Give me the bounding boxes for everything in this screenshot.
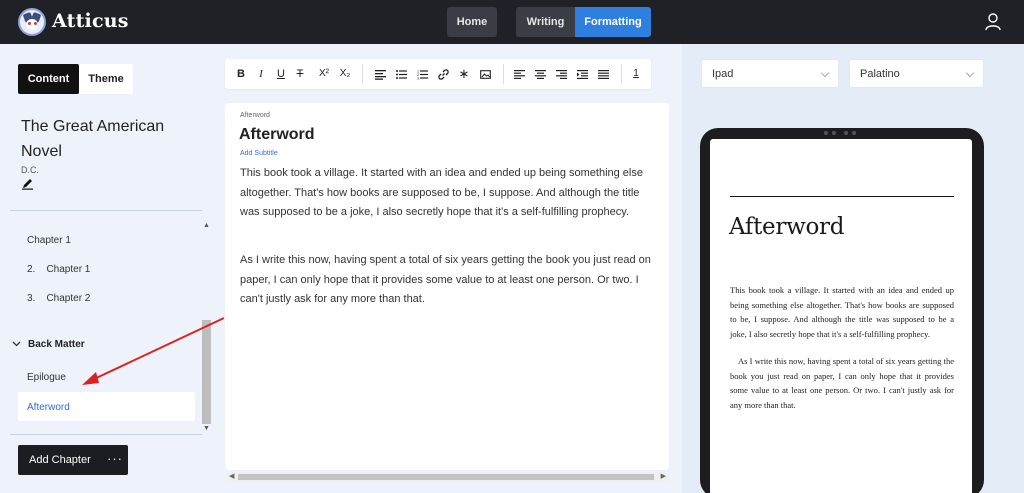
home-button[interactable]: Home xyxy=(447,7,497,37)
preview-paragraph: As I write this now, having spent a tota… xyxy=(730,356,954,410)
sidebar-item-label: Afterword xyxy=(27,402,70,413)
scroll-down-icon[interactable]: ▼ xyxy=(203,425,210,432)
editor-paragraph[interactable]: This book took a village. It started wit… xyxy=(240,164,658,223)
app-title: Atticus xyxy=(52,10,129,32)
link-icon[interactable] xyxy=(433,59,453,89)
user-icon[interactable] xyxy=(985,13,1001,31)
bold-button[interactable]: B xyxy=(231,59,251,89)
image-icon[interactable] xyxy=(475,59,495,89)
sidebar-item-chapter[interactable]: 3. Chapter 2 xyxy=(27,293,90,304)
camera-dot xyxy=(852,131,856,135)
scrollbar-thumb[interactable] xyxy=(238,474,654,480)
tab-content[interactable]: Content xyxy=(18,64,79,94)
scroll-left-icon[interactable]: ◀ xyxy=(229,472,234,480)
top-bar: Atticus Home Writing Formatting xyxy=(0,0,1024,44)
chapter-editor[interactable]: Afterword Afterword Add Subtitle This bo… xyxy=(225,103,669,470)
align-left-icon[interactable] xyxy=(370,59,390,89)
edit-pen-icon[interactable] xyxy=(21,177,34,190)
chapter-sidebar: Content Theme The Great American Novel D… xyxy=(0,44,212,493)
chevron-down-icon xyxy=(12,339,22,349)
editor-paragraph[interactable]: As I write this now, having spent a tota… xyxy=(240,251,658,310)
camera-dot xyxy=(832,131,836,135)
toolbar-divider xyxy=(362,64,363,84)
asterisk-icon[interactable]: ∗ xyxy=(454,59,474,89)
scroll-up-icon[interactable]: ▲ xyxy=(203,222,210,229)
italic-button[interactable]: I xyxy=(251,59,271,89)
back-matter-section[interactable]: Back Matter xyxy=(12,339,85,350)
chapter-title[interactable]: Afterword xyxy=(239,126,315,144)
sidebar-scrollbar[interactable]: ▲ ▼ xyxy=(201,220,211,432)
preview-title: Afterword xyxy=(729,214,845,240)
toolbar-divider xyxy=(503,64,504,84)
chevron-down-icon xyxy=(820,68,830,78)
superscript-button[interactable]: X² xyxy=(314,59,334,89)
sidebar-item-chapter[interactable]: 2. Chapter 1 xyxy=(27,264,90,275)
text-justify-icon[interactable] xyxy=(593,59,613,89)
add-subtitle-link[interactable]: Add Subtitle xyxy=(240,150,278,157)
font-select-value: Palatino xyxy=(860,68,900,80)
formatting-toolbar: B I U T X² X₂ 123 ∗ 1 xyxy=(225,59,651,89)
preview-rule xyxy=(730,196,954,197)
book-author: D.C. xyxy=(21,165,39,175)
device-select[interactable]: Ipad xyxy=(701,59,839,88)
atticus-logo-icon[interactable] xyxy=(18,8,46,36)
toolbar-divider xyxy=(621,64,622,84)
text-align-center-icon[interactable] xyxy=(530,59,550,89)
divider xyxy=(10,434,202,435)
chevron-down-icon xyxy=(965,68,975,78)
divider xyxy=(10,210,202,211)
scrollbar-thumb[interactable] xyxy=(202,320,211,424)
editor-horizontal-scrollbar[interactable]: ◀ ▶ xyxy=(226,472,669,482)
formatting-tab[interactable]: Formatting xyxy=(575,7,651,37)
add-chapter-button[interactable]: Add Chapter ··· xyxy=(18,445,128,475)
text-align-right-icon[interactable] xyxy=(551,59,571,89)
device-select-value: Ipad xyxy=(712,68,734,80)
camera-dot xyxy=(824,131,828,135)
camera-dot xyxy=(844,131,848,135)
device-preview-screen: Afterword This book took a village. It s… xyxy=(710,139,972,493)
underline-button[interactable]: U xyxy=(271,59,291,89)
writing-tab[interactable]: Writing xyxy=(516,7,575,37)
bullet-list-icon[interactable] xyxy=(391,59,411,89)
font-select[interactable]: Palatino xyxy=(849,59,984,88)
numbered-list-icon[interactable]: 123 xyxy=(412,59,432,89)
book-title: The Great American Novel xyxy=(21,118,165,160)
sidebar-item-epilogue[interactable]: Epilogue xyxy=(27,372,66,383)
indent-icon[interactable] xyxy=(572,59,592,89)
strikethrough-button[interactable]: T xyxy=(290,59,310,89)
subscript-button[interactable]: X₂ xyxy=(335,59,355,89)
page-number-button[interactable]: 1 xyxy=(626,59,646,89)
preview-paragraph: This book took a village. It started wit… xyxy=(730,285,954,339)
breadcrumb: Afterword xyxy=(240,112,270,119)
svg-text:3: 3 xyxy=(417,76,419,80)
scroll-right-icon[interactable]: ▶ xyxy=(661,472,666,480)
more-options-icon[interactable]: ··· xyxy=(107,451,123,466)
sidebar-item-chapter[interactable]: Chapter 1 xyxy=(27,235,71,246)
text-align-left-icon[interactable] xyxy=(509,59,529,89)
tab-theme[interactable]: Theme xyxy=(79,64,133,94)
sidebar-item-afterword[interactable]: Afterword xyxy=(18,392,195,421)
back-matter-label: Back Matter xyxy=(28,339,85,350)
add-chapter-label: Add Chapter xyxy=(29,454,91,466)
